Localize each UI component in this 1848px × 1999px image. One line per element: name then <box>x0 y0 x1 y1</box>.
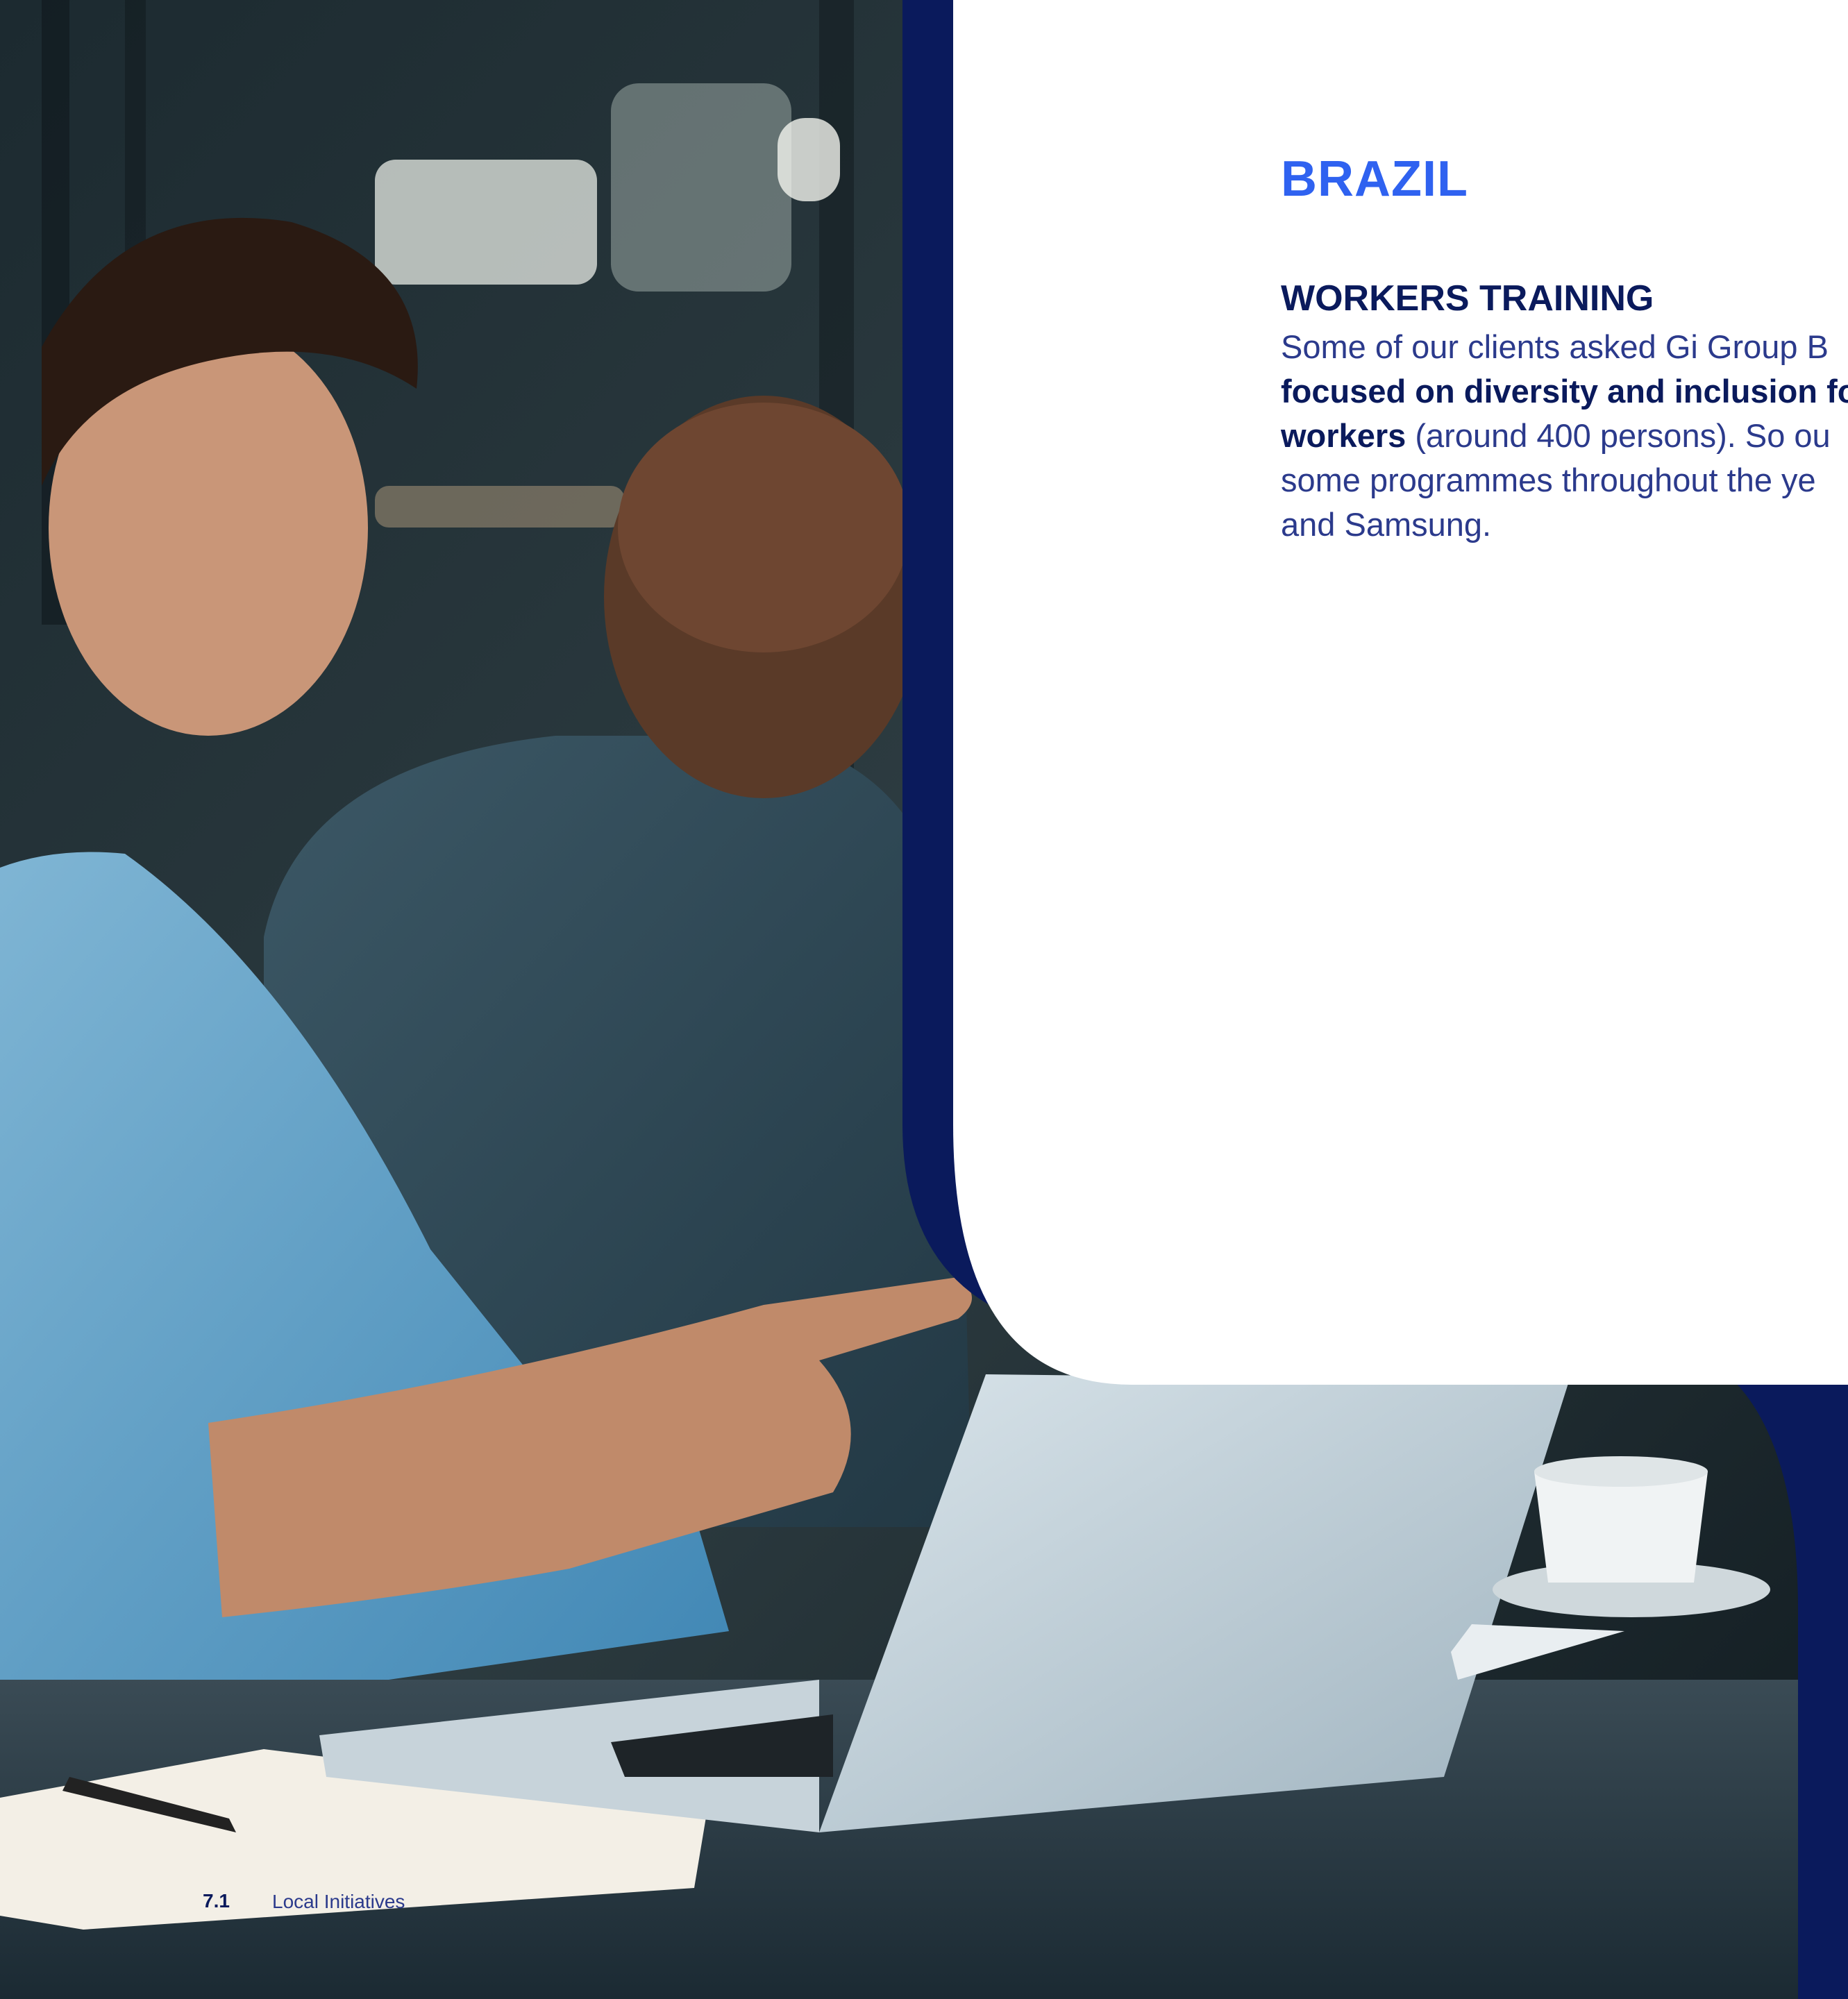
paragraph-line-bold: focused on diversity and inclusion fo <box>1281 373 1848 410</box>
body-paragraph: Some of our clients asked Gi Group B foc… <box>1281 325 1848 547</box>
footer-section-label[interactable]: Local Initiatives <box>272 1892 405 1912</box>
section-heading: WORKERS TRAINING <box>1281 278 1654 319</box>
page-title: BRAZIL <box>1281 151 1468 207</box>
content-panel <box>953 0 1848 1385</box>
paragraph-line: some programmes throughout the ye <box>1281 462 1816 498</box>
paragraph-text: (around 400 persons). So ou <box>1406 417 1831 454</box>
paragraph-line: and Samsung. <box>1281 506 1492 543</box>
paragraph-line: workers (around 400 persons). So ou <box>1281 414 1848 458</box>
paragraph-emphasis: workers <box>1281 417 1406 454</box>
paragraph-line: Some of our clients asked Gi Group B <box>1281 328 1829 365</box>
footer-section-number: 7.1 <box>203 1890 230 1912</box>
